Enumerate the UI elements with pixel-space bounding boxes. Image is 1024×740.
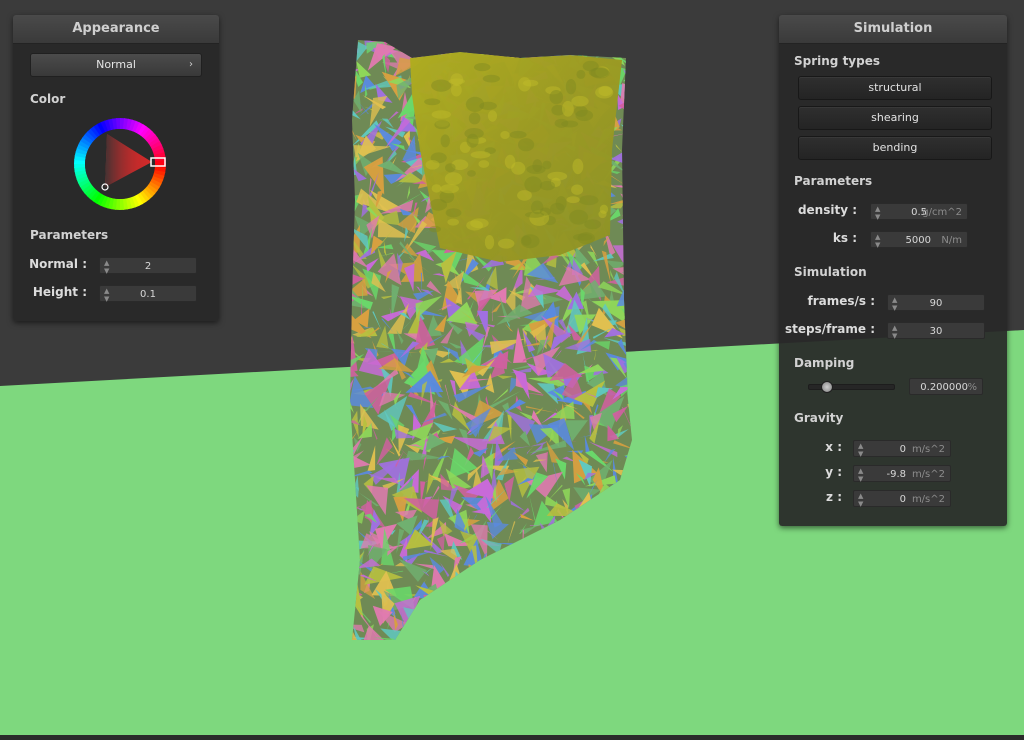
density-label: density : <box>797 203 857 217</box>
spinner-icon: ▲ ▼ <box>875 205 881 221</box>
damping-value: 0.200000 <box>920 382 968 393</box>
gravity-x-value: 0 <box>899 444 906 455</box>
ks-input[interactable]: ▲ ▼ 5000 N/m <box>870 231 968 249</box>
damping-unit: % <box>967 382 977 393</box>
normal-input[interactable]: ▲ ▼ 2 <box>99 257 197 275</box>
spinner-icon: ▲ ▼ <box>858 467 864 483</box>
gravity-x-unit: m/s^2 <box>911 444 945 455</box>
color-label: Color <box>30 92 66 106</box>
damping-slider[interactable] <box>808 381 895 393</box>
ks-value: 5000 <box>905 235 931 246</box>
steps-input[interactable]: ▲ ▼ 30 <box>887 322 985 340</box>
spinner-icon: ▲ ▼ <box>875 233 881 249</box>
structural-button[interactable]: structural <box>798 76 992 100</box>
gravity-x-input[interactable]: ▲ ▼ 0 m/s^2 <box>853 440 951 458</box>
simulation-panel: Simulation Spring types structural shear… <box>779 15 1007 526</box>
normal-label: Normal : <box>29 257 87 271</box>
appearance-panel: Appearance Normal › Color Parameters Nor… <box>13 15 219 321</box>
ks-unit: N/m <box>941 235 962 246</box>
damping-label: Damping <box>794 356 855 370</box>
spinner-icon: ▲ ▼ <box>858 442 864 458</box>
frames-input[interactable]: ▲ ▼ 90 <box>887 294 985 312</box>
bending-button[interactable]: bending <box>798 136 992 160</box>
simulation-panel-title: Simulation <box>779 15 1007 44</box>
steps-label: steps/frame : <box>785 322 875 336</box>
shader-dropdown[interactable]: Normal › <box>30 53 202 77</box>
gravity-label: Gravity <box>794 411 844 425</box>
height-value: 0.1 <box>140 289 156 300</box>
gravity-x-label: x : <box>825 440 842 454</box>
normal-value: 2 <box>144 261 152 272</box>
shearing-button[interactable]: shearing <box>798 106 992 130</box>
gravity-z-unit: m/s^2 <box>911 494 945 505</box>
shader-dropdown-value: Normal <box>96 58 136 71</box>
gravity-z-input[interactable]: ▲ ▼ 0 m/s^2 <box>853 490 951 508</box>
gravity-y-value: -9.8 <box>886 469 906 480</box>
damping-slider-handle[interactable] <box>821 381 833 393</box>
sim-parameters-label: Parameters <box>794 174 873 188</box>
gravity-y-label: y : <box>825 465 842 479</box>
frames-value: 90 <box>929 298 943 309</box>
damping-input[interactable]: 0.200000 % <box>909 378 983 395</box>
spinner-icon: ▲ ▼ <box>858 492 864 508</box>
steps-value: 30 <box>929 326 943 337</box>
color-wheel[interactable] <box>72 116 168 212</box>
ks-label: ks : <box>832 231 857 245</box>
gravity-y-input[interactable]: ▲ ▼ -9.8 m/s^2 <box>853 465 951 483</box>
density-unit: g/cm^2 <box>922 207 962 218</box>
chevron-right-icon: › <box>189 59 193 70</box>
density-input[interactable]: ▲ ▼ 0.5 g/cm^2 <box>870 203 968 221</box>
spring-types-label: Spring types <box>794 54 881 68</box>
frames-label: frames/s : <box>807 294 875 308</box>
height-label: Height : <box>32 285 87 299</box>
gravity-z-value: 0 <box>899 494 906 505</box>
gravity-y-unit: m/s^2 <box>911 469 945 480</box>
simulation-section-label: Simulation <box>794 265 867 279</box>
appearance-panel-title: Appearance <box>13 15 219 44</box>
appearance-parameters-label: Parameters <box>30 228 109 242</box>
gravity-z-label: z : <box>826 490 842 504</box>
height-input[interactable]: ▲ ▼ 0.1 <box>99 285 197 303</box>
